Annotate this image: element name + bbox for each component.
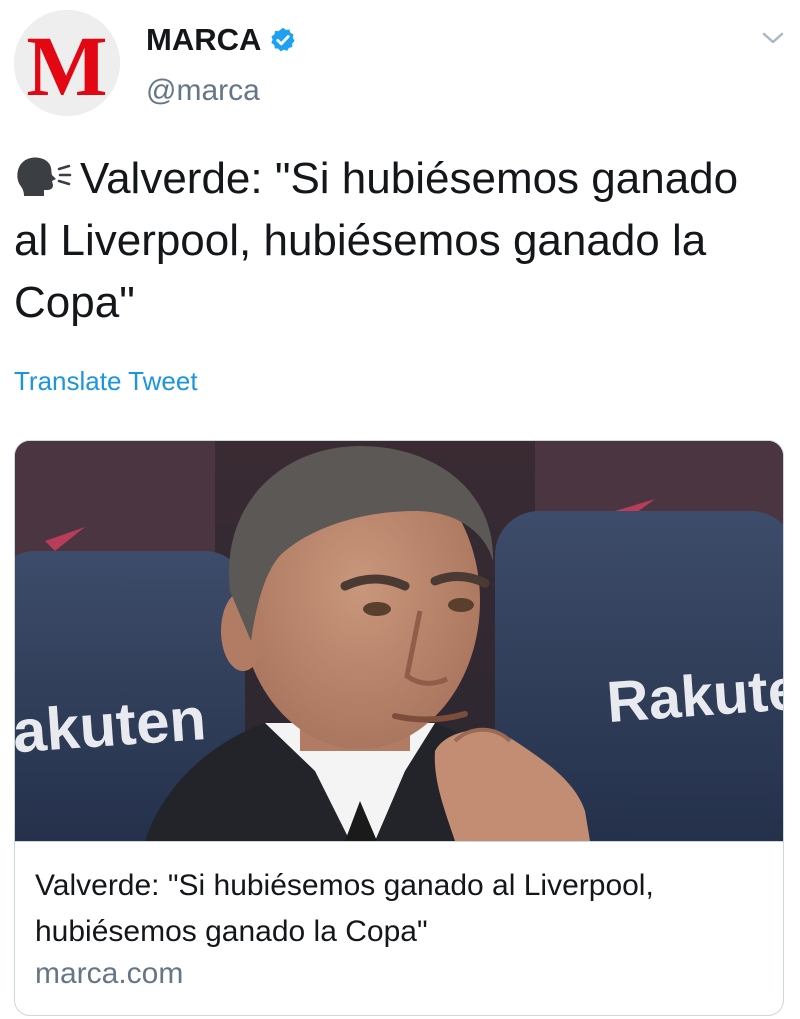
sponsor-logo-right: Rakute bbox=[605, 657, 783, 735]
card-title[interactable]: Valverde: "Si hubiésemos ganado al Liver… bbox=[35, 863, 765, 955]
chevron-down-icon[interactable] bbox=[760, 28, 786, 48]
card-divider bbox=[15, 841, 783, 842]
translate-tweet-link[interactable]: Translate Tweet bbox=[14, 366, 198, 397]
display-name[interactable]: MARCA bbox=[146, 22, 261, 58]
avatar[interactable]: M bbox=[14, 10, 120, 116]
tweet-body: Valverde: "Si hubiésemos ganado al Liver… bbox=[14, 154, 739, 327]
card-domain: marca.com bbox=[35, 957, 184, 990]
speaking-head-icon bbox=[17, 157, 72, 196]
sponsor-logo-left: akuten bbox=[15, 685, 208, 765]
user-handle[interactable]: @marca bbox=[146, 74, 260, 108]
card-photo: akuten Rakute bbox=[15, 441, 783, 841]
name-row: MARCA bbox=[146, 22, 297, 58]
card-image[interactable]: akuten Rakute bbox=[15, 441, 783, 841]
verified-badge-icon bbox=[271, 27, 295, 52]
tweet-text: Valverde: "Si hubiésemos ganado al Liver… bbox=[14, 148, 784, 334]
marca-logo: M bbox=[14, 10, 120, 116]
avatar-letter: M bbox=[26, 18, 107, 114]
link-preview-card[interactable]: akuten Rakute Valverde: "Si hubiésemos g… bbox=[14, 440, 784, 1016]
